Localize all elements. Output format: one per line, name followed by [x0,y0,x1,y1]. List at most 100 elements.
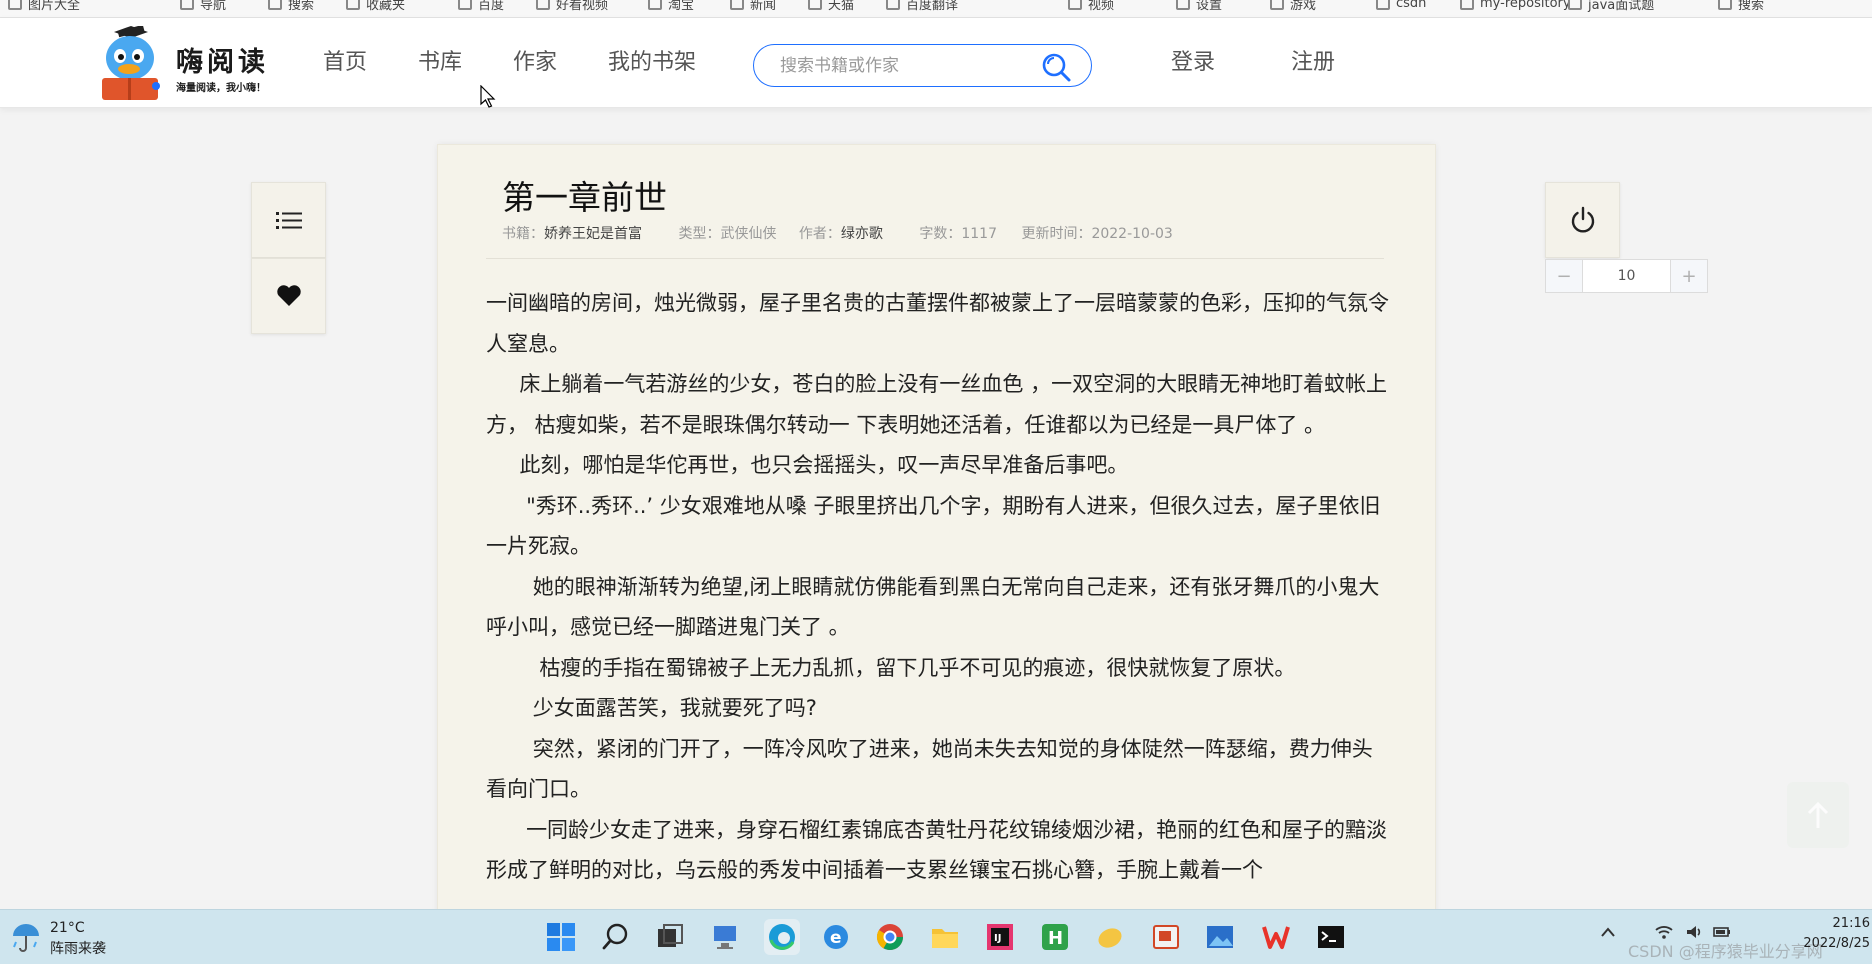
search-input[interactable] [780,54,1030,78]
bookmark-item[interactable]: 搜索 [1718,0,1764,13]
chrome-browser-icon [876,924,904,951]
bookmark-item[interactable]: 新闻 [730,0,776,13]
bookmark-item[interactable]: 百度 [458,0,504,13]
brand-slogan: 海量阅读，我小嗨！ [176,83,266,94]
meta-updated: 更新时间：2022-10-03 [1021,226,1172,242]
bookmark-item[interactable]: 天猫 [808,0,854,13]
bookmark-icon [346,0,360,10]
nav-library[interactable]: 书库 [418,18,462,108]
exit-reading-button[interactable] [1545,182,1620,258]
taskbar-app-terminal[interactable] [1313,919,1349,955]
bookmark-item[interactable]: 好看视频 [536,0,608,13]
bookmark-item[interactable]: 导航 [180,0,226,13]
title-divider [486,258,1384,259]
taskbar-app-network[interactable] [708,919,744,955]
weather-widget[interactable]: 21°C 阵雨来袭 [10,918,150,958]
nav-home[interactable]: 首页 [323,18,367,108]
bookmark-item[interactable]: 图片大全 [8,0,80,13]
bookmark-item[interactable]: my-repository [1460,0,1571,12]
meta-book-value[interactable]: 娇养王妃是首富 [544,226,642,242]
font-size-stepper: − 10 + [1545,259,1708,293]
favorite-button[interactable] [251,258,326,334]
start-button[interactable] [543,919,579,955]
reader-panel: 第一章前世 书籍：娇养王妃是首富 类型：武侠仙侠 作者：绿亦歌 字数：1117 … [437,144,1436,964]
bookmark-icon [536,0,550,10]
task-view-button[interactable] [652,919,688,955]
list-icon [275,212,302,229]
reader-right-toolbar: − 10 + [1545,182,1708,293]
chevron-up-icon[interactable] [1600,926,1616,938]
bookmark-item[interactable]: 游戏 [1270,0,1316,13]
bookmark-item[interactable]: 设置 [1176,0,1222,13]
potato-app-icon [1098,928,1122,948]
taskbar-app-wps[interactable] [1258,919,1294,955]
bookmark-icon [808,0,822,10]
task-view-icon [658,924,683,947]
bookmark-item[interactable]: 淘宝 [648,0,694,13]
windows-logo-icon [547,923,575,951]
edge-browser-icon [769,924,795,950]
bookmark-icon [1270,0,1284,10]
site-logo[interactable]: 嗨阅读 海量阅读，我小嗨！ [98,26,288,102]
bookmark-icon [1376,0,1390,10]
mouse-cursor-icon [480,85,496,108]
nav-authors[interactable]: 作家 [513,18,557,108]
font-size-input[interactable]: 10 [1582,260,1671,292]
register-link[interactable]: 注册 [1291,18,1335,108]
bookmark-icon [1460,0,1474,10]
taskbar-clock[interactable]: 21:16 2022/8/25 [1800,914,1870,954]
photos-icon [1207,926,1233,948]
presentation-icon [1153,925,1179,949]
bookmark-icon [1176,0,1190,10]
content-paragraph: 床上躺着一气若游丝的少女，苍白的脸上没有一丝血色 ，一双空洞的大眼睛无神地盯着蚊… [486,372,1388,437]
search-icon[interactable] [1040,51,1072,83]
taskbar-app-edge[interactable] [764,919,800,955]
clock-time: 21:16 [1832,916,1870,931]
bookmark-item[interactable]: 收藏夹 [346,0,405,13]
bookmark-item[interactable]: 视频 [1068,0,1114,13]
increase-font-button[interactable]: + [1671,260,1707,292]
bookmark-item[interactable]: java面试题 [1568,0,1654,13]
duck-mascot-icon [102,26,160,100]
taskbar-app-powerpoint[interactable] [1148,919,1184,955]
bookmark-item[interactable]: 搜索 [268,0,314,13]
svg-text:H: H [1048,928,1063,949]
chapter-list-button[interactable] [251,182,326,258]
heart-icon [276,285,301,306]
content-paragraph: 她的眼神渐渐转为绝望,闭上眼睛就仿佛能看到黑白无常向自己走来，还有张牙舞爪的小鬼… [486,574,1380,640]
login-link[interactable]: 登录 [1171,18,1215,108]
meta-updated-value: 2022-10-03 [1091,226,1173,242]
meta-book-label: 书籍： [502,226,544,242]
site-header: 嗨阅读 海量阅读，我小嗨！ 首页 书库 作家 我的书架 登录 注册 [0,18,1872,108]
meta-author-value[interactable]: 绿亦歌 [841,226,883,242]
meta-type-value: 武侠仙侠 [720,226,777,242]
rain-umbrella-icon [13,924,39,952]
taskbar-app-ie[interactable]: e [818,919,854,955]
taskbar-search-button[interactable] [598,919,634,955]
windows-taskbar: 21°C 阵雨来袭 e IJ H CSDN @程序猿毕业分享网 21:16 20… [0,909,1872,964]
search-icon [602,923,628,950]
meta-type-label: 类型： [678,226,721,242]
meta-type: 类型：武侠仙侠 [678,226,776,242]
chapter-meta: 书籍：娇养王妃是首富 类型：武侠仙侠 作者：绿亦歌 字数：1117 更新时间：2… [502,223,1205,243]
meta-book: 书籍：娇养王妃是首富 [502,226,642,242]
taskbar-app-intellij[interactable]: IJ [982,919,1018,955]
nav-my-bookshelf[interactable]: 我的书架 [608,18,696,108]
search-box [753,44,1092,87]
terminal-icon [1318,926,1344,948]
meta-author: 作者：绿亦歌 [799,226,883,242]
decrease-font-button[interactable]: − [1546,260,1582,292]
taskbar-app-chrome[interactable] [872,919,908,955]
bookmark-item[interactable]: csdn [1376,0,1426,12]
content-paragraph: 此刻，哪怕是华佗再世，也只会摇摇头，叹一声尽早准备后事吧。 [486,453,1129,477]
taskbar-app-sticky[interactable] [1092,919,1128,955]
bookmark-icon [730,0,744,10]
intellij-idea-icon: IJ [987,924,1013,950]
taskbar-app-photos[interactable] [1202,919,1238,955]
taskbar-app-hbuilder[interactable]: H [1037,919,1073,955]
taskbar-app-file-explorer[interactable] [927,919,963,955]
back-to-top-button[interactable] [1787,782,1849,848]
bookmark-icon [458,0,472,10]
chapter-content: 一间幽暗的房间，烛光微弱，屋子里名贵的古董摆件都被蒙上了一层暗蒙蒙的色彩，压抑的… [486,283,1391,891]
bookmark-item[interactable]: 百度翻译 [886,0,958,13]
